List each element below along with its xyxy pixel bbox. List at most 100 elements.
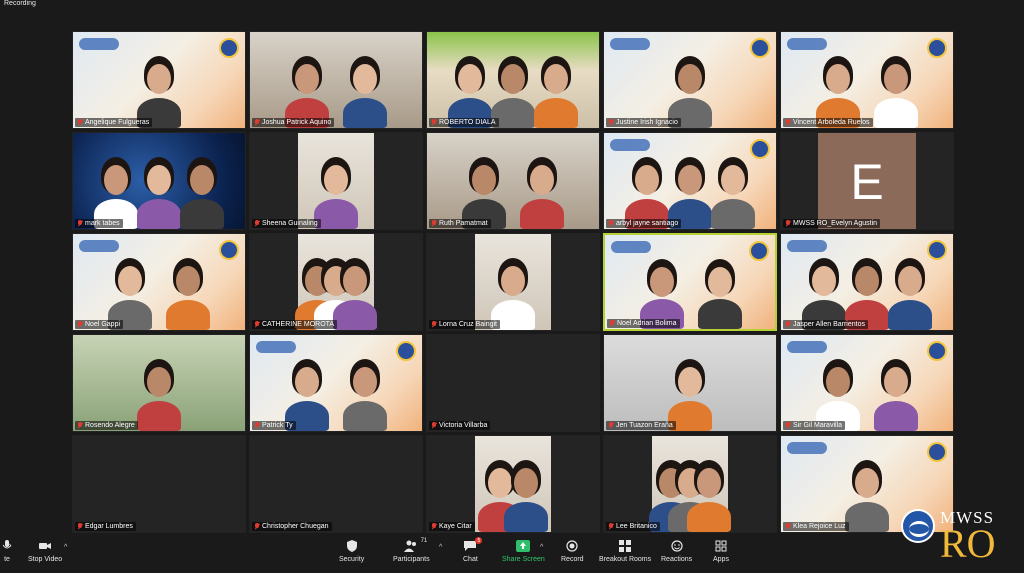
participant-tile[interactable]: Vincent Arboleda Ruelos xyxy=(780,31,954,129)
participant-tile[interactable]: Lorna Cruz Baingit xyxy=(426,233,600,331)
participants-icon: 71 xyxy=(404,538,427,552)
participant-name: Vincent Arboleda Ruelos xyxy=(793,119,870,126)
record-label: Record xyxy=(561,556,584,563)
participant-tile[interactable]: Victoria Villarba xyxy=(426,334,600,432)
participant-tile[interactable]: Noel Gappi xyxy=(72,233,246,331)
participant-name-tag: Joshua Patrick Aquino xyxy=(252,118,335,127)
participant-name-tag: Christopher Chuegan xyxy=(252,522,332,531)
stop-video-button[interactable]: Stop Video xyxy=(28,540,62,563)
muted-mic-icon xyxy=(431,523,437,530)
chat-unread-badge: 5 xyxy=(475,537,483,544)
participant-tile[interactable]: mark tabes xyxy=(72,132,246,230)
apps-button[interactable]: Apps xyxy=(713,540,729,563)
person-face xyxy=(678,367,702,397)
breakout-rooms-button[interactable]: Breakout Rooms xyxy=(599,540,651,563)
person-face xyxy=(635,165,659,195)
muted-mic-icon xyxy=(431,119,437,126)
share-screen-button[interactable]: Share Screen xyxy=(502,540,545,563)
person-face xyxy=(708,267,732,297)
participant-name: Klea Rejoice Luz xyxy=(793,523,846,530)
participant-tile[interactable]: Joshua Patrick Aquino xyxy=(249,31,423,129)
participant-tile[interactable]: Rosendo Alegre xyxy=(72,334,246,432)
muted-mic-icon xyxy=(608,523,614,530)
person-face xyxy=(721,165,745,195)
participant-tile[interactable]: Edgar Lumbres xyxy=(72,435,246,533)
apps-icon xyxy=(714,540,728,552)
participant-tile[interactable]: ROBERTO DIALA xyxy=(426,31,600,129)
person-face xyxy=(884,367,908,397)
participants-options-caret[interactable]: ^ xyxy=(439,544,442,551)
video-feed xyxy=(604,133,776,229)
participant-name-tag: mark tabes xyxy=(75,219,123,228)
person-face xyxy=(190,165,214,195)
muted-mic-icon xyxy=(785,119,791,126)
participant-name: arbyl jayne santiago xyxy=(616,220,679,227)
participant-tile[interactable]: Justine Irish Ignacio xyxy=(603,31,777,129)
participant-tile[interactable]: Jen Tuazon Eraña xyxy=(603,334,777,432)
participant-tile[interactable]: Kaye Citar xyxy=(426,435,600,533)
participant-name-tag: Klea Rejoice Luz xyxy=(783,522,849,531)
video-camera-icon xyxy=(38,540,52,552)
video-background xyxy=(427,335,599,431)
participant-tile[interactable]: Christopher Chuegan xyxy=(249,435,423,533)
person-face xyxy=(530,165,554,195)
record-button[interactable]: Record xyxy=(561,540,584,563)
person-silhouette xyxy=(888,300,932,330)
participant-tile[interactable]: CATHERINE MOROTA xyxy=(249,233,423,331)
person-face xyxy=(147,367,171,397)
muted-mic-icon xyxy=(77,119,83,126)
participant-tile[interactable]: Noel Adrian Bolima xyxy=(603,233,777,331)
participant-tile[interactable]: Jasper Allen Barrientos xyxy=(780,233,954,331)
person-silhouette xyxy=(343,98,387,128)
participant-tile[interactable]: E MWSS RO_Evelyn Agustin xyxy=(780,132,954,230)
share-options-caret[interactable]: ^ xyxy=(540,544,543,551)
video-feed xyxy=(781,32,953,128)
participants-button[interactable]: 71 Participants xyxy=(393,538,430,563)
person-face xyxy=(855,468,879,498)
participant-name-tag: Noel Adrian Bolima xyxy=(607,319,680,328)
video-feed xyxy=(604,335,776,431)
security-button[interactable]: Security xyxy=(339,540,364,563)
reactions-button[interactable]: Reactions xyxy=(661,540,692,563)
video-feed xyxy=(781,234,953,330)
person-face xyxy=(812,266,836,296)
meeting-toolbar: te ^ Stop Video ^ Security 71 Participan… xyxy=(0,537,1024,573)
participant-tile[interactable]: Ruth Pamatmat xyxy=(426,132,600,230)
participant-name: Sir Gil Maravilla xyxy=(793,422,843,429)
participant-name-tag: CATHERINE MOROTA xyxy=(252,320,338,329)
participant-name: ROBERTO DIALA xyxy=(439,119,496,126)
person-face xyxy=(855,266,879,296)
person-face xyxy=(650,267,674,297)
participant-name: Ruth Pamatmat xyxy=(439,220,488,227)
participant-tile[interactable]: Angelique Fulgueras xyxy=(72,31,246,129)
person-silhouette xyxy=(333,300,377,330)
participants-count: 71 xyxy=(420,538,428,544)
participant-tile[interactable]: Lee Britanico xyxy=(603,435,777,533)
person-face xyxy=(295,64,319,94)
video-background xyxy=(73,436,245,532)
person-silhouette xyxy=(845,502,889,532)
participant-tile[interactable]: arbyl jayne santiago xyxy=(603,132,777,230)
person-face xyxy=(353,367,377,397)
participant-name: Patrick Ty xyxy=(262,422,293,429)
muted-mic-icon xyxy=(608,220,614,227)
share-screen-icon xyxy=(516,540,531,552)
person-silhouette xyxy=(874,98,918,128)
video-feed xyxy=(604,32,776,128)
person-silhouette xyxy=(534,98,578,128)
person-face xyxy=(147,165,171,195)
participant-tile[interactable]: Patrick Ty xyxy=(249,334,423,432)
audio-options-caret[interactable]: ^ xyxy=(8,544,11,551)
mwss-ro-logo: MWSS RO xyxy=(898,504,1024,573)
participant-tile[interactable]: Sheena Guinaling xyxy=(249,132,423,230)
muted-mic-icon xyxy=(254,119,260,126)
mwss-logo-emblem xyxy=(901,509,935,543)
mute-button[interactable]: te xyxy=(0,540,14,563)
video-options-caret[interactable]: ^ xyxy=(64,544,67,551)
person-face xyxy=(295,367,319,397)
participant-tile[interactable]: Sir Gil Maravilla xyxy=(780,334,954,432)
participants-label: Participants xyxy=(393,556,430,563)
participant-name: Jen Tuazon Eraña xyxy=(616,422,673,429)
participant-name: Lee Britanico xyxy=(616,523,657,530)
chat-button[interactable]: 5 Chat xyxy=(463,537,483,563)
